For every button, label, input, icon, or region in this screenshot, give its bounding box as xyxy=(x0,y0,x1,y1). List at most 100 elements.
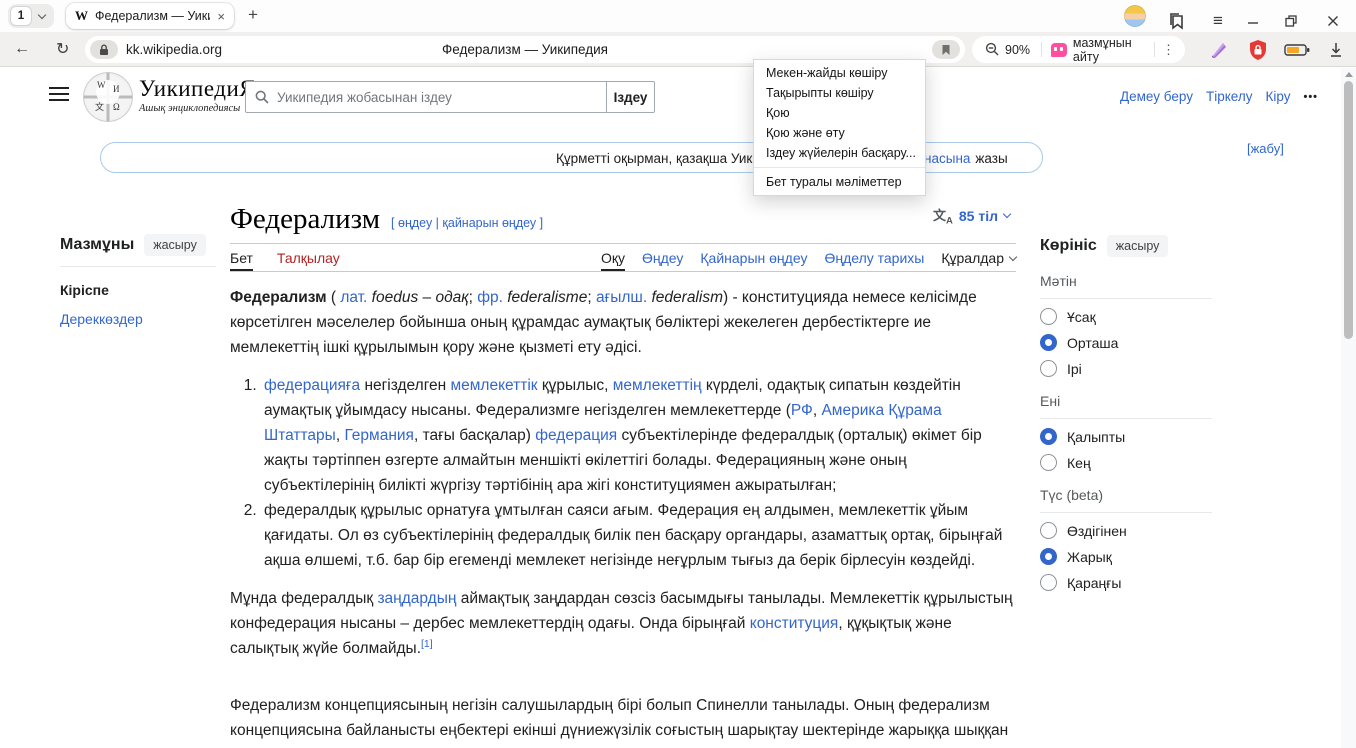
radio-option-medium[interactable]: Орташа xyxy=(1040,334,1212,351)
donate-link[interactable]: Демеу беру xyxy=(1120,89,1193,104)
battery-icon[interactable] xyxy=(1284,36,1310,63)
scroll-up-arrow[interactable] xyxy=(1345,72,1353,77)
menu-separator xyxy=(754,167,925,168)
list-item: федерацияға негізделген мемлекеттік құры… xyxy=(261,373,1016,498)
section-label-width: Ені xyxy=(1040,393,1212,419)
menu-item-copy-title[interactable]: Тақырыпты көшіру xyxy=(754,83,925,103)
search-button[interactable]: Іздеу xyxy=(607,81,655,113)
register-link[interactable]: Тіркелу xyxy=(1206,89,1253,104)
address-bar-context-menu: Мекен-жайды көшіру Тақырыпты көшіру Қою … xyxy=(753,59,926,196)
pen-extension-icon[interactable] xyxy=(1208,36,1230,63)
tab-read[interactable]: Оқу xyxy=(601,244,625,271)
wikipedia-globe-logo[interactable]: WИ文Ω xyxy=(83,72,133,122)
radio-option-small[interactable]: Ұсақ xyxy=(1040,308,1212,325)
divider xyxy=(60,266,216,267)
wiki-search: Уикипедия жобасынан іздеу Іздеу xyxy=(245,81,655,113)
speech-bubble-icon xyxy=(1051,43,1067,57)
wikipedia-wordmark[interactable]: УикипедиЯ Ашық энциклопедиясы xyxy=(139,76,255,114)
divider xyxy=(230,271,1016,272)
bookmark-icon[interactable] xyxy=(932,40,960,59)
menu-item-paste[interactable]: Қою xyxy=(754,103,925,123)
radio-label: Орташа xyxy=(1067,335,1118,351)
lead-paragraph: Федерализм ( лат. foedus – одақ; фр. fed… xyxy=(230,285,1016,360)
radio-button[interactable] xyxy=(1040,454,1057,471)
scrollbar[interactable] xyxy=(1341,68,1356,748)
search-icon xyxy=(255,90,269,104)
tab-tools[interactable]: Құралдар xyxy=(941,244,1016,271)
radio-option-dark[interactable]: Қараңғы xyxy=(1040,574,1212,591)
tab-edit-source[interactable]: Қайнарын өңдеу xyxy=(700,244,807,271)
appearance-title: Көрініс xyxy=(1040,237,1097,255)
appearance-hide-button[interactable]: жасыру xyxy=(1107,235,1169,257)
menu-item-manage-search-engines[interactable]: Іздеу жүйелерін басқару... xyxy=(754,143,925,163)
chevron-down-icon xyxy=(1009,252,1017,260)
radio-label: Ұсақ xyxy=(1067,309,1096,325)
read-aloud-button[interactable]: мазмұнын айту xyxy=(1042,36,1154,64)
browser-tab[interactable]: W Федерализм — Уикипе × xyxy=(66,3,234,29)
radio-label: Жарық xyxy=(1067,549,1112,565)
radio-label: Ірі xyxy=(1067,361,1082,377)
wikipedia-favicon: W xyxy=(75,8,88,24)
menu-item-page-info[interactable]: Бет туралы мәліметтер xyxy=(754,172,925,192)
menu-item-paste-and-go[interactable]: Қою және өту xyxy=(754,123,925,143)
browser-window: 1 W Федерализм — Уикипе × + ≡ ← ↻ xyxy=(0,0,1356,748)
radio-option-wide[interactable]: Кең xyxy=(1040,454,1212,471)
banner-close-link[interactable]: [жабу] xyxy=(1247,141,1284,156)
back-button[interactable]: ← xyxy=(14,32,30,66)
wordmark-subtitle: Ашық энциклопедиясы xyxy=(139,103,255,114)
toc-item-intro[interactable]: Кіріспе xyxy=(60,282,216,298)
tab-bar: 1 W Федерализм — Уикипе × + ≡ xyxy=(0,0,1356,32)
radio-label: Кең xyxy=(1067,455,1091,471)
radio-button[interactable] xyxy=(1040,428,1057,445)
paragraph: Федерализм концепциясының негізін салушы… xyxy=(230,693,1016,748)
paragraph: Мұнда федералдық заңдардың аймақтық заңд… xyxy=(230,586,1016,661)
definition-list: федерацияға негізделген мемлекеттік құры… xyxy=(230,373,1016,573)
user-links: Демеу беру Тіркелу Кіру ••• xyxy=(1120,89,1318,104)
table-of-contents: Мазмұны жасыру Кіріспе Дереккөздер xyxy=(60,234,216,327)
profile-avatar[interactable] xyxy=(1124,5,1146,27)
appearance-panel: Көрініс жасыру Мәтін Ұсақ Орташа Ірі Ені… xyxy=(1040,235,1212,591)
radio-option-auto[interactable]: Өздігінен xyxy=(1040,522,1212,539)
toc-title: Мазмұны xyxy=(60,236,134,254)
download-icon[interactable] xyxy=(1328,36,1344,63)
tab-edit[interactable]: Өңдеу xyxy=(642,244,683,271)
tab-title: Федерализм — Уикипе xyxy=(95,9,210,23)
tab-history[interactable]: Өңделу тарихы xyxy=(824,244,924,271)
more-options-icon[interactable]: ⋮ xyxy=(1155,42,1185,58)
tab-count-badge[interactable]: 1 xyxy=(10,6,32,26)
radio-button[interactable] xyxy=(1040,574,1057,591)
radio-button[interactable] xyxy=(1040,308,1057,325)
radio-label: Қалыпты xyxy=(1067,429,1125,445)
scrollbar-thumb[interactable] xyxy=(1344,81,1353,339)
radio-button[interactable] xyxy=(1040,334,1057,351)
wiki-menu-icon[interactable] xyxy=(49,87,69,101)
search-input[interactable]: Уикипедия жобасынан іздеу xyxy=(245,81,607,113)
tab-page[interactable]: Бет xyxy=(230,244,253,271)
tab-count-control[interactable]: 1 xyxy=(8,4,54,28)
title-edit-links[interactable]: [ өңдеу | қайнарын өңдеу ] xyxy=(391,216,543,234)
radio-option-large[interactable]: Ірі xyxy=(1040,360,1212,377)
article-body: Федерализм ( лат. foedus – одақ; фр. fed… xyxy=(230,285,1016,748)
protect-shield-icon[interactable] xyxy=(1248,36,1268,63)
radio-option-light[interactable]: Жарық xyxy=(1040,548,1212,565)
radio-button[interactable] xyxy=(1040,548,1057,565)
zoom-control[interactable]: 90% xyxy=(972,42,1041,57)
url-text[interactable]: kk.wikipedia.org xyxy=(126,42,222,57)
zoom-out-icon xyxy=(985,42,1000,57)
section-label-text: Мәтін xyxy=(1040,273,1212,299)
radio-button[interactable] xyxy=(1040,522,1057,539)
tab-close-icon[interactable]: × xyxy=(217,10,225,23)
search-placeholder: Уикипедия жобасынан іздеу xyxy=(277,90,452,105)
toc-hide-button[interactable]: жасыру xyxy=(144,234,206,256)
radio-option-standard[interactable]: Қалыпты xyxy=(1040,428,1212,445)
radio-label: Қараңғы xyxy=(1067,575,1121,591)
toc-item-references[interactable]: Дереккөздер xyxy=(60,311,216,327)
radio-button[interactable] xyxy=(1040,360,1057,377)
menu-item-copy-address[interactable]: Мекен-жайды көшіру xyxy=(754,63,925,83)
reload-button[interactable]: ↻ xyxy=(56,32,69,66)
tab-talk[interactable]: Талқылау xyxy=(277,244,340,271)
more-user-options-icon[interactable]: ••• xyxy=(1303,91,1318,103)
new-tab-button[interactable]: + xyxy=(248,5,258,25)
login-link[interactable]: Кіру xyxy=(1265,89,1290,104)
article: Федерализм [ өңдеу | қайнарын өңдеу ] Бе… xyxy=(230,196,1016,748)
